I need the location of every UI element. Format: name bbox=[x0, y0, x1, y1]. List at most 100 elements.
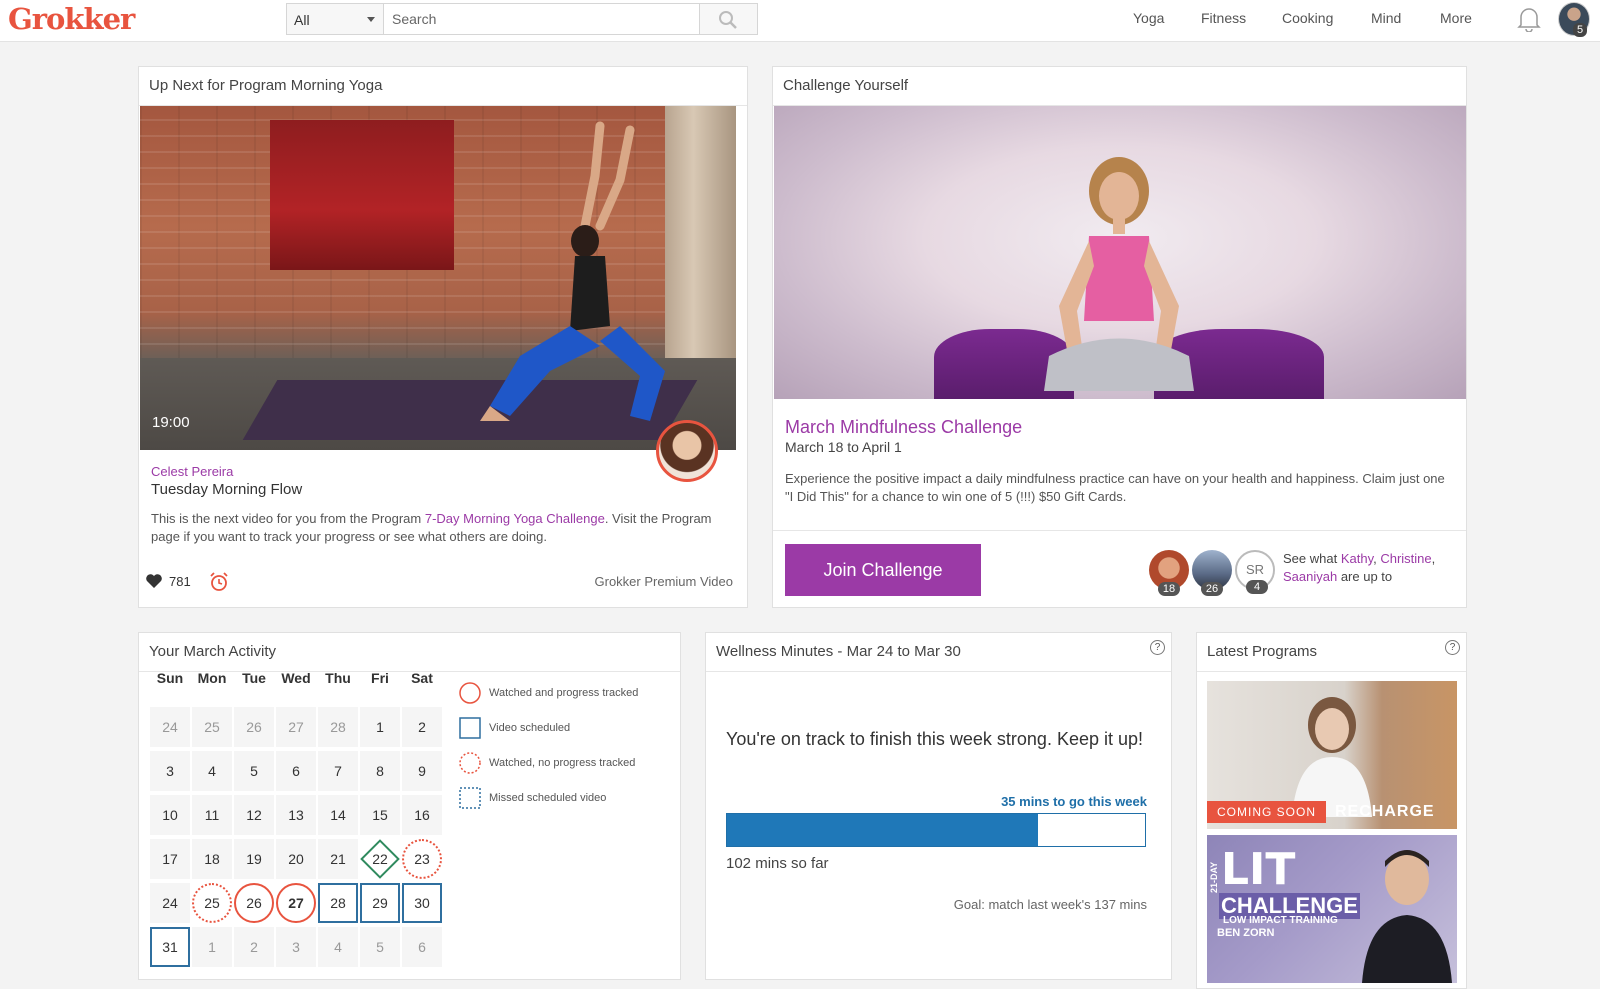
premium-label: Grokker Premium Video bbox=[594, 574, 733, 589]
calendar-day[interactable]: 26 bbox=[234, 883, 274, 923]
calendar-day[interactable]: 9 bbox=[402, 751, 442, 791]
calendar-day-number: 3 bbox=[166, 763, 174, 779]
calendar-day-number: 2 bbox=[250, 939, 258, 955]
calendar-day[interactable]: 2 bbox=[234, 927, 274, 967]
instructor-name[interactable]: Celest Pereira bbox=[151, 464, 233, 479]
video-title[interactable]: Tuesday Morning Flow bbox=[151, 481, 302, 498]
challenge-description: Experience the positive impact a daily m… bbox=[785, 471, 1445, 504]
wall-art bbox=[270, 120, 318, 270]
friend-avatar[interactable]: 26 bbox=[1192, 550, 1232, 596]
calendar-day[interactable]: 23 bbox=[402, 839, 442, 879]
card-title: Latest Programs bbox=[1197, 633, 1466, 672]
program-link[interactable]: 7-Day Morning Yoga Challenge bbox=[425, 511, 605, 526]
calendar-day[interactable]: 29 bbox=[360, 883, 400, 923]
calendar-day-number: 22 bbox=[372, 851, 388, 867]
calendar-day[interactable]: 21 bbox=[318, 839, 358, 879]
calendar-day[interactable]: 24 bbox=[150, 883, 190, 923]
nav-cooking[interactable]: Cooking bbox=[1282, 10, 1333, 26]
challenge-name[interactable]: March Mindfulness Challenge bbox=[785, 417, 1022, 438]
join-challenge-button[interactable]: Join Challenge bbox=[785, 544, 981, 596]
wall-art bbox=[414, 120, 454, 270]
search-scope-select[interactable]: All bbox=[287, 4, 384, 34]
friend-link-kathy[interactable]: Kathy bbox=[1341, 551, 1373, 566]
like-button[interactable]: 781 bbox=[145, 573, 191, 589]
calendar-day[interactable]: 17 bbox=[150, 839, 190, 879]
user-avatar[interactable]: 5 bbox=[1558, 2, 1590, 37]
bell-icon[interactable] bbox=[1517, 6, 1541, 32]
calendar-day[interactable]: 4 bbox=[318, 927, 358, 967]
calendar-day[interactable]: 31 bbox=[150, 927, 190, 967]
calendar-day[interactable]: 5 bbox=[234, 751, 274, 791]
calendar-day[interactable]: 19 bbox=[234, 839, 274, 879]
calendar-day-number: 13 bbox=[288, 807, 304, 823]
calendar-day[interactable]: 6 bbox=[276, 751, 316, 791]
calendar-day[interactable]: 11 bbox=[192, 795, 232, 835]
friend-link-saaniyah[interactable]: Saaniyah bbox=[1283, 569, 1337, 584]
card-title: Your March Activity bbox=[139, 633, 680, 672]
dotted-circle-icon bbox=[459, 752, 481, 774]
calendar-day[interactable]: 7 bbox=[318, 751, 358, 791]
challenge-image[interactable] bbox=[774, 106, 1466, 399]
calendar-day[interactable]: 18 bbox=[192, 839, 232, 879]
nav-fitness[interactable]: Fitness bbox=[1201, 10, 1246, 26]
nav-more[interactable]: More bbox=[1440, 10, 1472, 26]
help-icon[interactable]: ? bbox=[1445, 640, 1460, 655]
calendar-day[interactable]: 15 bbox=[360, 795, 400, 835]
calendar-day[interactable]: 25 bbox=[192, 883, 232, 923]
latest-programs-card: Latest Programs ? COMING SOON RECHARGE 2… bbox=[1196, 632, 1467, 989]
calendar-day[interactable]: 20 bbox=[276, 839, 316, 879]
calendar-day[interactable]: 1 bbox=[360, 707, 400, 747]
calendar-day-header: Fri bbox=[371, 670, 389, 686]
card-title: Wellness Minutes - Mar 24 to Mar 30 bbox=[706, 633, 1171, 672]
program-lit-challenge[interactable]: 21-DAY LIT CHALLENGE LOW IMPACT TRAINING… bbox=[1207, 835, 1457, 983]
friend-avatar[interactable]: 18 bbox=[1149, 550, 1189, 596]
calendar-day-header: Thu bbox=[325, 670, 351, 686]
calendar-day[interactable]: 26 bbox=[234, 707, 274, 747]
calendar-day[interactable]: 27 bbox=[276, 707, 316, 747]
instructor-avatar[interactable] bbox=[656, 420, 718, 482]
calendar-day[interactable]: 3 bbox=[150, 751, 190, 791]
calendar-day[interactable]: 8 bbox=[360, 751, 400, 791]
calendar-day-number: 1 bbox=[376, 719, 384, 735]
video-duration: 19:00 bbox=[152, 414, 190, 431]
program-duration: 21-DAY bbox=[1209, 861, 1219, 893]
calendar-day[interactable]: 24 bbox=[150, 707, 190, 747]
friend-avatar-initials[interactable]: SR 4 bbox=[1235, 550, 1275, 594]
calendar-day-number: 11 bbox=[204, 807, 220, 823]
calendar-day[interactable]: 22 bbox=[360, 839, 400, 879]
program-recharge[interactable]: COMING SOON RECHARGE bbox=[1207, 681, 1457, 829]
calendar-day[interactable]: 3 bbox=[276, 927, 316, 967]
calendar-day[interactable]: 25 bbox=[192, 707, 232, 747]
calendar-day-number: 14 bbox=[330, 807, 346, 823]
calendar-day[interactable]: 6 bbox=[402, 927, 442, 967]
calendar-day[interactable]: 28 bbox=[318, 707, 358, 747]
friend-count: 4 bbox=[1246, 580, 1268, 594]
nav-mind[interactable]: Mind bbox=[1371, 10, 1401, 26]
friend-count: 26 bbox=[1201, 582, 1223, 596]
minutes-so-far: 102 mins so far bbox=[726, 855, 829, 872]
calendar-day[interactable]: 10 bbox=[150, 795, 190, 835]
friend-link-christine[interactable]: Christine bbox=[1380, 551, 1431, 566]
calendar-day[interactable]: 27 bbox=[276, 883, 316, 923]
help-icon[interactable]: ? bbox=[1150, 640, 1165, 655]
calendar-day[interactable]: 5 bbox=[360, 927, 400, 967]
calendar-day-number: 4 bbox=[334, 939, 342, 955]
search-button[interactable] bbox=[699, 4, 757, 34]
calendar-day[interactable]: 16 bbox=[402, 795, 442, 835]
calendar-day[interactable]: 14 bbox=[318, 795, 358, 835]
card-title: Up Next for Program Morning Yoga bbox=[139, 67, 747, 106]
grokker-logo[interactable]: Grokker bbox=[8, 2, 135, 36]
calendar-day[interactable]: 12 bbox=[234, 795, 274, 835]
search-input[interactable] bbox=[384, 4, 699, 34]
nav-yoga[interactable]: Yoga bbox=[1133, 10, 1164, 26]
calendar-day[interactable]: 30 bbox=[402, 883, 442, 923]
calendar-day[interactable]: 1 bbox=[192, 927, 232, 967]
calendar-day[interactable]: 13 bbox=[276, 795, 316, 835]
calendar-day[interactable]: 2 bbox=[402, 707, 442, 747]
video-thumbnail[interactable]: 19:00 bbox=[140, 106, 736, 450]
calendar-day-number: 20 bbox=[288, 851, 304, 867]
calendar-day[interactable]: 28 bbox=[318, 883, 358, 923]
alarm-clock-icon[interactable] bbox=[209, 572, 229, 592]
calendar-day[interactable]: 4 bbox=[192, 751, 232, 791]
calendar-day-number: 5 bbox=[250, 763, 258, 779]
